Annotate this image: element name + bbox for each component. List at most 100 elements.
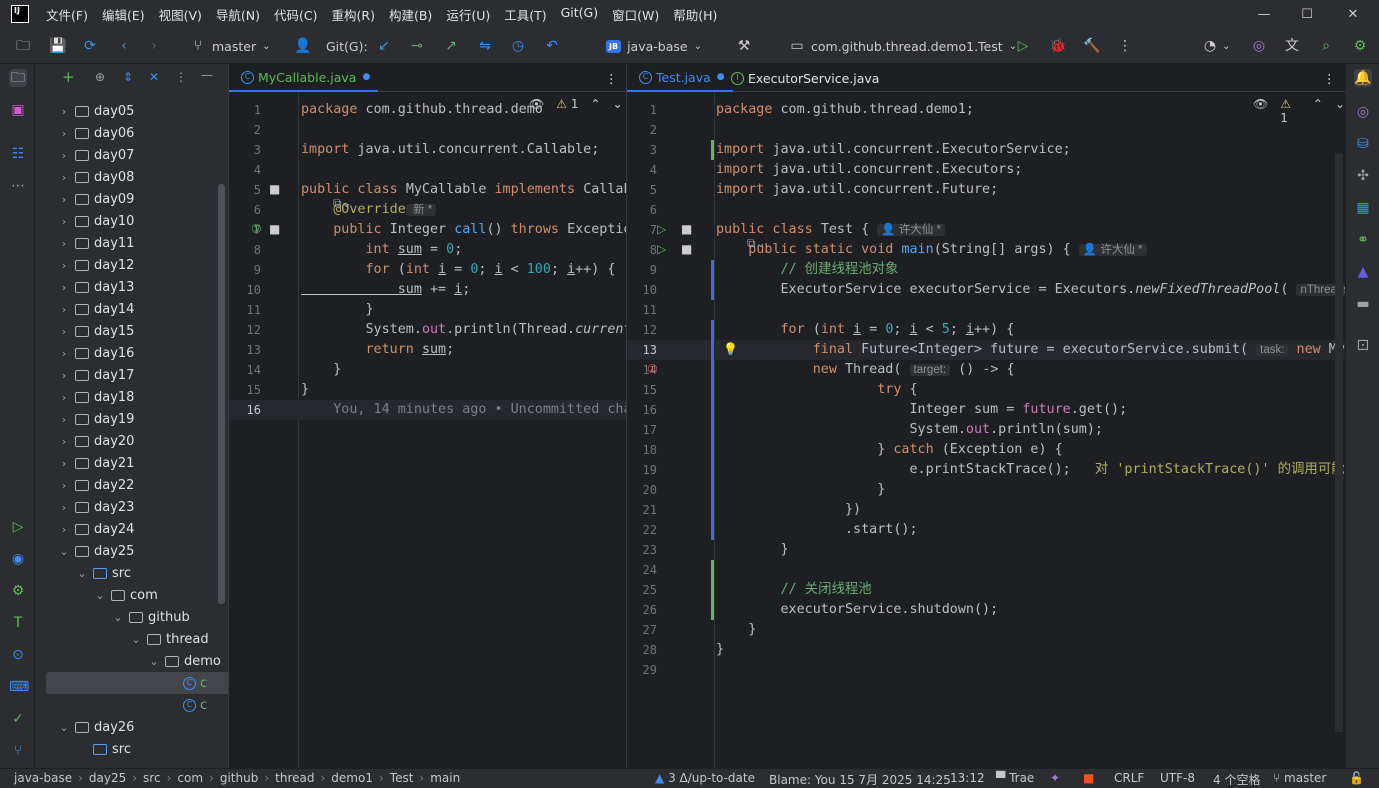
code-line[interactable]: public static void main(String[] args) {… <box>716 240 1147 260</box>
debug-icon[interactable]: 🐞 <box>1049 28 1066 64</box>
forward-icon[interactable]: › <box>146 28 162 64</box>
options-icon[interactable]: ⋮ <box>175 70 187 84</box>
copilot-status-icon[interactable]: ✦ <box>1050 771 1060 785</box>
chevron-right-icon[interactable]: › <box>57 325 71 338</box>
collapse-all-icon[interactable]: ✕ <box>149 70 159 84</box>
tree-row-7[interactable]: › day12 <box>57 254 135 276</box>
chevron-down-icon[interactable]: ⌄ <box>111 611 125 624</box>
chevron-down-icon[interactable]: ⌄ <box>57 721 71 734</box>
build-tool-icon[interactable]: ⚙ <box>9 582 27 600</box>
new-file-icon[interactable]: + <box>62 68 75 86</box>
menu-item-1[interactable]: 编辑(E) <box>102 5 145 24</box>
code-line[interactable]: System.out.println(Thread.current <box>301 320 626 340</box>
chevron-right-icon[interactable]: › <box>57 479 71 492</box>
code-line[interactable]: import java.util.concurrent.Future; <box>716 180 998 200</box>
tree-row-0[interactable]: › day05 <box>57 100 135 122</box>
chevron-down-icon[interactable]: ⌄ <box>93 589 107 602</box>
trae-widget[interactable]: ▀ Trae <box>996 771 1034 785</box>
windows-icon[interactable]: ■ <box>1083 771 1094 785</box>
menu-item-3[interactable]: 导航(N) <box>216 5 260 24</box>
code-line[interactable]: } catch (Exception e) { <box>716 440 1062 460</box>
tree-row-27[interactable]: Cc <box>165 694 207 716</box>
code-line[interactable]: }) <box>716 500 861 520</box>
more-tools-icon[interactable]: ⋯ <box>9 177 27 195</box>
more-icon[interactable]: ⋮ <box>1117 28 1133 64</box>
breadcrumb-item[interactable]: Test <box>390 771 414 785</box>
tree-row-23[interactable]: ⌄ github <box>111 606 189 628</box>
chevron-right-icon[interactable]: › <box>57 347 71 360</box>
structure-icon[interactable]: ☷ <box>9 145 27 163</box>
lambda-icon[interactable]: ① <box>647 362 658 376</box>
intellij-logo-icon[interactable]: IJ <box>11 5 29 23</box>
code-line[interactable]: .start(); <box>716 520 918 540</box>
tree-row-29[interactable]: src <box>75 738 131 760</box>
tree-row-5[interactable]: › day10 <box>57 210 135 232</box>
code-line[interactable]: new Thread( target: () -> { <box>716 360 1015 380</box>
menu-item-2[interactable]: 视图(V) <box>159 5 202 24</box>
vcs-change-marker[interactable] <box>711 560 714 620</box>
code-line[interactable]: You, 14 minutes ago • Uncommitted char <box>301 400 626 420</box>
menu-item-11[interactable]: 帮助(H) <box>673 5 717 24</box>
code-line[interactable]: } <box>301 380 309 400</box>
chevron-down-icon[interactable]: ⌄ <box>75 567 89 580</box>
add-user-icon[interactable]: 👤 <box>294 28 311 64</box>
build-hammer-icon[interactable]: ⚒ <box>736 28 752 64</box>
tree-row-3[interactable]: › day08 <box>57 166 135 188</box>
tree-row-1[interactable]: › day06 <box>57 122 135 144</box>
code-line[interactable]: import java.util.concurrent.ExecutorServ… <box>716 140 1071 160</box>
code-line[interactable]: try { <box>716 380 917 400</box>
terminal-icon[interactable]: ⌨ <box>9 678 29 696</box>
tree-row-22[interactable]: ⌄ com <box>93 584 157 606</box>
close-icon[interactable]: ✕ <box>1330 0 1376 28</box>
warning-count[interactable]: ⚠ 1 <box>556 97 578 111</box>
endpoints-icon[interactable]: T <box>9 614 27 632</box>
chevron-down-icon[interactable]: ⌄ <box>129 633 143 646</box>
code-line[interactable]: } <box>716 480 885 500</box>
gradle-icon[interactable]: ▲ <box>1354 263 1372 281</box>
vcs-change-marker[interactable] <box>711 140 714 160</box>
code-line[interactable]: // 关闭线程池 <box>716 580 871 600</box>
tab-mycallable[interactable]: C MyCallable.java ● <box>229 64 379 92</box>
code-line[interactable]: } <box>301 300 373 320</box>
code-line[interactable]: } <box>716 540 788 560</box>
prev-issue-icon[interactable]: ⌃ <box>1313 97 1323 125</box>
git-push-icon[interactable]: ↗ <box>443 28 459 64</box>
breadcrumb-item[interactable]: src <box>143 771 161 785</box>
tree-row-12[interactable]: › day17 <box>57 364 135 386</box>
code-line[interactable]: e.printStackTrace(); 对 'printStackTrace(… <box>716 460 1345 480</box>
tree-row-28[interactable]: ⌄ day26 <box>57 716 134 738</box>
build-icon[interactable]: 🔨 <box>1083 28 1100 64</box>
line-separator[interactable]: CRLF <box>1114 771 1144 785</box>
blame-info[interactable]: Blame: You 15 7月 2025 14:25 <box>769 771 951 788</box>
notifications-icon[interactable]: 🔔 <box>1354 69 1372 87</box>
breadcrumb-item[interactable]: thread <box>275 771 314 785</box>
code-line[interactable]: import java.util.concurrent.Executors; <box>716 160 1022 180</box>
project-folder-icon[interactable]: 🗀 <box>9 69 27 87</box>
settings-gear-icon[interactable]: ⚙ <box>1352 28 1368 64</box>
plugin-icon[interactable]: ✣ <box>1354 167 1372 185</box>
branch-selector[interactable]: ⑂ master ⌄ <box>190 28 271 64</box>
code-line[interactable]: Integer sum = future.get(); <box>716 400 1127 420</box>
tree-row-4[interactable]: › day09 <box>57 188 135 210</box>
chevron-right-icon[interactable]: › <box>57 193 71 206</box>
editor-scrollbar[interactable] <box>1335 154 1343 732</box>
locate-icon[interactable]: ⊕ <box>95 70 105 84</box>
tab-options-icon[interactable]: ⋮ <box>597 64 626 92</box>
project-selector[interactable]: JB java-base ⌄ <box>606 28 702 64</box>
code-line[interactable]: ExecutorService executorService = Execut… <box>716 280 1345 300</box>
minimize-icon[interactable]: — <box>1241 0 1287 28</box>
breadcrumb-item[interactable]: github <box>220 771 258 785</box>
chevron-down-icon[interactable]: ⌄ <box>147 655 161 668</box>
vcs-status[interactable]: ▲ 3 Δ/up-to-date <box>655 771 755 785</box>
code-line[interactable]: executorService.shutdown(); <box>716 600 998 620</box>
git-merge-icon[interactable]: ⇋ <box>477 28 493 64</box>
device-icon[interactable]: ▬ <box>1354 295 1372 313</box>
breadcrumb-item[interactable]: com <box>177 771 203 785</box>
code-line[interactable]: System.out.println(sum); <box>716 420 1103 440</box>
copilot-icon[interactable]: ⚀ <box>1354 337 1372 355</box>
back-icon[interactable]: ‹ <box>116 28 132 64</box>
run-tool-icon[interactable]: ▷ <box>9 518 27 536</box>
chevron-right-icon[interactable]: › <box>57 171 71 184</box>
class-gutter-icon[interactable]: ■ <box>681 222 692 236</box>
prev-issue-icon[interactable]: ⌃ <box>590 97 600 111</box>
